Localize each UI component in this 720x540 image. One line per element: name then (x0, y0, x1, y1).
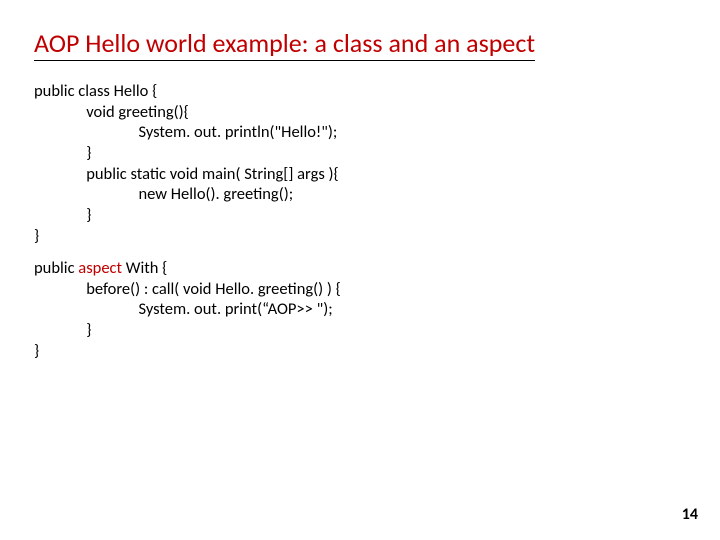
code-line: } (34, 320, 688, 341)
slide-title: AOP Hello world example: a class and an … (34, 28, 535, 61)
code-line: System. out. print(“AOP>> "); (34, 299, 688, 320)
code-block-class: public class Hello { void greeting(){ Sy… (34, 81, 688, 246)
code-line: void greeting(){ (34, 102, 688, 123)
page-number: 14 (682, 505, 698, 524)
code-text: With { (122, 258, 167, 278)
code-line: } (34, 341, 688, 362)
code-line: new Hello(). greeting(); (34, 184, 688, 205)
code-line: public class Hello { (34, 81, 688, 102)
code-text: public (34, 258, 78, 278)
slide-content: AOP Hello world example: a class and an … (0, 0, 720, 361)
code-line: } (34, 205, 688, 226)
code-line: } (34, 226, 688, 247)
aspect-keyword: aspect (78, 258, 122, 278)
code-line: System. out. println("Hello!"); (34, 122, 688, 143)
code-line: public static void main( String[] args )… (34, 164, 688, 185)
code-line: public aspect With { (34, 258, 688, 279)
code-line: } (34, 143, 688, 164)
code-block-aspect: public aspect With { before() : call( vo… (34, 258, 688, 361)
code-line: before() : call( void Hello. greeting() … (34, 279, 688, 300)
